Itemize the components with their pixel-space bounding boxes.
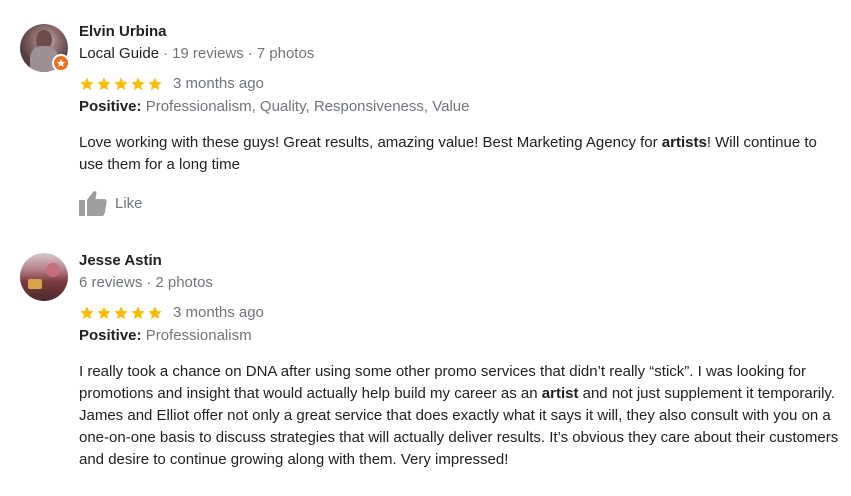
reviewer-avatar[interactable]: [20, 24, 70, 72]
rating-row: 3 months ago: [79, 74, 264, 94]
star-icon: [97, 77, 111, 91]
positive-label: Positive:: [79, 327, 142, 344]
star-icon: [131, 77, 145, 91]
separator: ·: [247, 45, 253, 62]
review-text: I really took a chance on DNA after usin…: [79, 361, 839, 471]
positive-attributes: Positive: Professionalism, Quality, Resp…: [79, 97, 469, 117]
review-time: 3 months ago: [173, 304, 264, 321]
star-icon: [80, 306, 94, 320]
star-icon: [114, 306, 128, 320]
review-time: 3 months ago: [173, 75, 264, 92]
reviewer-meta: 6 reviews · 2 photos: [79, 273, 213, 293]
review-text-part: Love working with these guys! Great resu…: [79, 134, 662, 151]
star-icon: [114, 77, 128, 91]
reviewer-name[interactable]: Jesse Astin: [79, 251, 162, 271]
photo-count: 2 photos: [155, 274, 213, 291]
star-rating: [79, 305, 163, 321]
positive-values: Professionalism: [145, 327, 252, 344]
positive-label: Positive:: [79, 98, 142, 115]
reviewer-avatar[interactable]: [20, 253, 68, 301]
rating-row: 3 months ago: [79, 303, 264, 323]
star-icon: [148, 77, 162, 91]
review-text: Love working with these guys! Great resu…: [79, 132, 839, 176]
like-button[interactable]: Like: [79, 190, 143, 216]
local-guide-label: Local Guide: [79, 45, 160, 62]
review-count: 6 reviews: [79, 274, 143, 291]
thumbs-up-icon: [79, 191, 107, 216]
review-text-bold: artists: [661, 134, 707, 151]
star-icon: [80, 77, 94, 91]
review-text-bold: artist: [541, 385, 579, 402]
star-icon: [131, 306, 145, 320]
local-guide-star-icon: [52, 54, 70, 72]
like-label: Like: [115, 194, 143, 212]
star-icon: [148, 306, 162, 320]
reviewer-meta: Local Guide · 19 reviews · 7 photos: [79, 44, 314, 64]
star-rating: [79, 76, 163, 92]
review-count: 19 reviews: [172, 45, 244, 62]
star-icon: [97, 306, 111, 320]
photo-count: 7 photos: [256, 45, 315, 62]
reviewer-name[interactable]: Elvin Urbina: [79, 22, 167, 42]
positive-attributes: Positive: Professionalism: [79, 326, 252, 346]
separator: ·: [163, 45, 169, 62]
avatar-photo: [20, 253, 68, 301]
positive-values: Professionalism, Quality, Responsiveness…: [145, 98, 470, 115]
separator: ·: [146, 274, 152, 291]
